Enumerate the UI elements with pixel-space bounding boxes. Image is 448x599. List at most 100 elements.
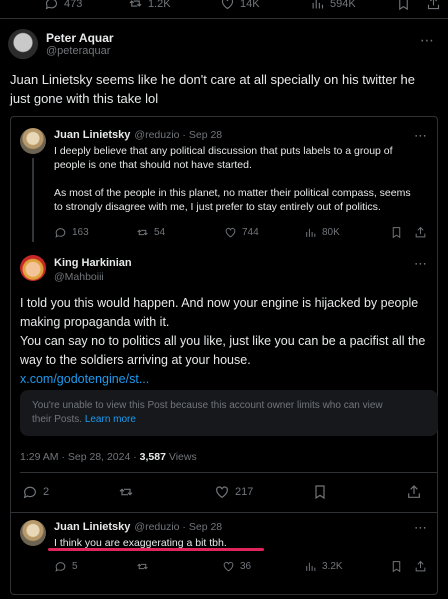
views-count: 3.2K	[322, 561, 343, 572]
like-stat[interactable]: 744	[224, 226, 259, 239]
reply-stat[interactable]: 473	[44, 0, 82, 11]
views-count: 3,587	[139, 451, 166, 463]
reply-count: 163	[72, 227, 89, 238]
avatar[interactable]	[8, 29, 38, 59]
views-stat[interactable]: 3.2K	[304, 560, 343, 573]
quoted-text: I deeply believe that any political disc…	[54, 144, 434, 214]
red-underline	[48, 548, 264, 551]
reply-author-handle[interactable]: @Mahboiii	[54, 271, 104, 283]
bookmark-icon	[315, 485, 325, 500]
share-button[interactable]	[414, 226, 427, 239]
reply-text-line: making propaganda with it.	[20, 315, 170, 329]
retweet-button[interactable]	[136, 560, 149, 573]
post-timestamp: 1:29 AM · Sep 28, 2024 · 3,587 Views	[20, 451, 197, 463]
more-icon[interactable]: ⋯	[420, 32, 434, 49]
like-stat[interactable]: 14K	[220, 0, 260, 11]
quoted-text-line: people is one that should not have start…	[54, 159, 252, 171]
reply-icon	[45, 0, 58, 10]
reply-text-line: You can say no to politics all you like,…	[20, 334, 426, 348]
more-icon[interactable]: ⋯	[414, 128, 427, 144]
views-label: Views	[168, 451, 197, 463]
notice-text: You're unable to view this Post because …	[32, 400, 383, 411]
views-count: 80K	[322, 227, 340, 238]
retweet-count: 1.2K	[148, 0, 171, 10]
quoted-text-line: I deeply believe that any political disc…	[54, 145, 393, 157]
more-icon[interactable]: ⋯	[414, 520, 427, 536]
bookmark-button[interactable]	[390, 560, 403, 573]
heart-icon	[216, 486, 228, 499]
post-text-line: just gone with this take lol	[10, 91, 159, 106]
reply-stat[interactable]: 5	[54, 560, 78, 573]
reply-icon	[23, 486, 36, 499]
retweet-count: 54	[154, 227, 166, 238]
retweet-icon	[129, 0, 142, 7]
retweet-button[interactable]	[118, 484, 134, 500]
notice-text: their Posts.	[32, 414, 83, 425]
bookmark-button[interactable]	[312, 484, 328, 500]
reply-author-name[interactable]: King Harkinian	[54, 257, 132, 269]
quoted-author-name[interactable]: Juan Linietsky	[54, 129, 130, 141]
heart-icon	[221, 0, 234, 10]
bottom-reply-header: Juan Linietsky @reduzio · Sep 28	[54, 521, 222, 533]
unavailable-notice: You're unable to view this Post because …	[20, 390, 438, 436]
reply-text-line: I told you this would happen. And now yo…	[20, 296, 419, 310]
share-button[interactable]	[406, 484, 422, 500]
avatar	[20, 520, 46, 546]
bookmark-icon	[399, 0, 408, 11]
like-count: 744	[242, 227, 259, 238]
share-icon	[408, 485, 420, 498]
author-handle[interactable]: @peteraquar	[46, 45, 110, 57]
reply-text: I told you this would happen. And now yo…	[20, 294, 438, 389]
avatar	[20, 128, 46, 154]
reply-count: 5	[72, 561, 78, 572]
bottom-reply-author-handle[interactable]: @reduzio · Sep 28	[134, 521, 222, 533]
bottom-reply-author-name[interactable]: Juan Linietsky	[54, 521, 130, 533]
more-icon[interactable]: ⋯	[414, 256, 427, 272]
bookmark-button[interactable]	[390, 226, 403, 239]
views-stat[interactable]: 594K	[310, 0, 356, 11]
heart-icon	[223, 561, 234, 572]
share-icon	[427, 0, 440, 10]
quoted-author-handle[interactable]: @reduzio · Sep 28	[134, 129, 222, 141]
like-stat[interactable]: 217	[214, 484, 253, 500]
retweet-icon	[137, 229, 148, 236]
share-button[interactable]	[426, 0, 441, 11]
views-icon	[306, 562, 316, 571]
share-icon	[415, 226, 426, 238]
retweet-icon	[137, 563, 148, 570]
like-stat[interactable]: 36	[222, 560, 251, 573]
post-text-line: Juan Linietsky seems like he don't care …	[10, 72, 415, 87]
views-icon	[312, 0, 324, 9]
reply-stat[interactable]: 163	[54, 226, 89, 239]
reply-link[interactable]: x.com/godotengine/st...	[20, 370, 438, 389]
reply-text-line: way to the soldiers arriving at your hou…	[20, 353, 251, 367]
retweet-stat[interactable]: 54	[136, 226, 165, 239]
timestamp[interactable]: 1:29 AM · Sep 28, 2024 ·	[20, 451, 137, 463]
reply-count: 473	[64, 0, 83, 10]
quoted-header: Juan Linietsky @reduzio · Sep 28	[54, 129, 222, 141]
reply-icon	[55, 562, 66, 572]
like-count: 36	[240, 561, 252, 572]
retweet-stat[interactable]: 1.2K	[128, 0, 171, 11]
bookmark-icon	[392, 561, 401, 573]
reply-count: 2	[43, 486, 50, 498]
thread-line	[32, 158, 34, 242]
quoted-text-line: As most of the people in this planet, no…	[54, 187, 411, 199]
reply-icon	[55, 228, 66, 238]
like-count: 14K	[240, 0, 260, 10]
share-icon	[415, 560, 426, 572]
retweet-icon	[119, 488, 133, 496]
author-name[interactable]: Peter Aquar	[46, 31, 114, 45]
views-icon	[306, 228, 316, 237]
views-count: 594K	[330, 0, 356, 10]
post-text: Juan Linietsky seems like he don't care …	[10, 70, 440, 108]
share-button[interactable]	[414, 560, 427, 573]
quoted-text-line: to strongly disagree with me, I just pre…	[54, 201, 381, 213]
views-stat[interactable]: 80K	[304, 226, 340, 239]
bookmark-icon	[392, 227, 401, 239]
bookmark-button[interactable]	[396, 0, 411, 11]
avatar	[20, 255, 46, 281]
learn-more-link[interactable]: Learn more	[85, 414, 136, 425]
reply-stat[interactable]: 2	[22, 484, 49, 500]
heart-icon	[225, 227, 236, 238]
